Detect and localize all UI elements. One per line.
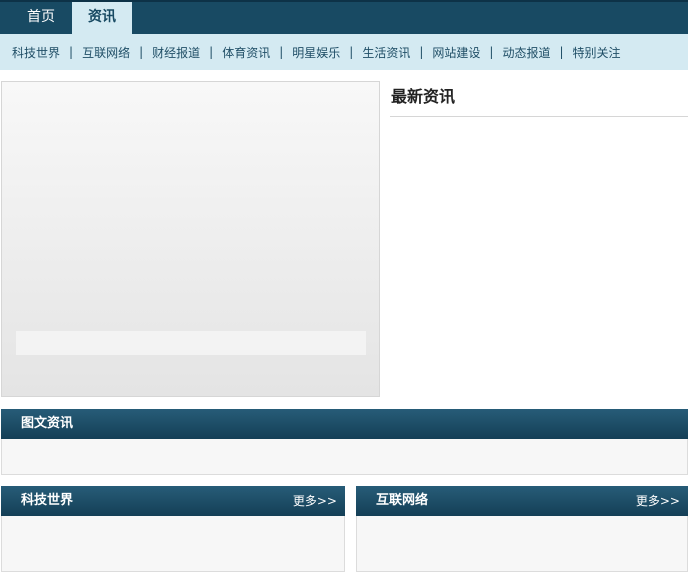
- tech-world-header: 科技世界 更多>>: [1, 486, 345, 516]
- subnav-item-dynamic[interactable]: 动态报道: [502, 44, 550, 61]
- subnav-separator: |: [559, 45, 564, 59]
- subnav-separator: |: [279, 45, 284, 59]
- subnav-link[interactable]: 动态报道: [502, 44, 550, 61]
- page: 首页 资讯 科技世界 | 互联网络 | 财经报道 | 体育资讯 | 明星娱乐 |…: [0, 0, 688, 572]
- subnav-item-webdev[interactable]: 网站建设: [432, 44, 480, 61]
- tab-home[interactable]: 首页: [12, 2, 70, 34]
- subnav-item-special[interactable]: 特别关注: [573, 44, 621, 61]
- subnav-link[interactable]: 体育资讯: [222, 44, 270, 61]
- subnav-link[interactable]: 互联网络: [82, 44, 130, 61]
- tech-world-content: [1, 516, 345, 572]
- subnav-link[interactable]: 特别关注: [573, 44, 621, 61]
- subnav-link[interactable]: 财经报道: [152, 44, 200, 61]
- subnav-separator: |: [69, 45, 74, 59]
- subnav-item-sports[interactable]: 体育资讯: [222, 44, 270, 61]
- subnav-separator: |: [349, 45, 354, 59]
- internet-title: 互联网络: [376, 493, 429, 508]
- picture-news-title: 图文资讯: [21, 416, 74, 431]
- tab-news[interactable]: 资讯: [72, 2, 132, 34]
- subnav-separator: |: [139, 45, 144, 59]
- internet-more-link[interactable]: 更多>>: [636, 486, 680, 516]
- subnav-link[interactable]: 网站建设: [432, 44, 480, 61]
- subnav-separator: |: [489, 45, 494, 59]
- picture-news-header: 图文资讯: [1, 409, 688, 439]
- slider-caption-bar: [16, 331, 366, 355]
- subnav-item-internet[interactable]: 互联网络: [82, 44, 130, 61]
- top-navigation: 首页 资讯: [0, 0, 688, 34]
- subnav-item-finance[interactable]: 财经报道: [152, 44, 200, 61]
- subnav-item-tech[interactable]: 科技世界: [12, 44, 60, 61]
- sub-navigation: 科技世界 | 互联网络 | 财经报道 | 体育资讯 | 明星娱乐 | 生活资讯 …: [0, 34, 688, 70]
- tech-world-more-link[interactable]: 更多>>: [293, 486, 337, 516]
- subnav-item-life[interactable]: 生活资讯: [362, 44, 410, 61]
- picture-news-content: [1, 439, 688, 475]
- subnav-separator: |: [419, 45, 424, 59]
- internet-header: 互联网络 更多>>: [356, 486, 688, 516]
- tech-world-title: 科技世界: [21, 493, 74, 508]
- subnav-link[interactable]: 生活资讯: [362, 44, 410, 61]
- image-slider[interactable]: [1, 81, 380, 397]
- subnav-item-entertainment[interactable]: 明星娱乐: [292, 44, 340, 61]
- latest-news-title: 最新资讯: [391, 87, 456, 106]
- subnav-separator: |: [209, 45, 214, 59]
- latest-news-header: 最新资讯: [390, 82, 688, 117]
- subnav-link[interactable]: 科技世界: [12, 44, 60, 61]
- subnav-link[interactable]: 明星娱乐: [292, 44, 340, 61]
- internet-content: [356, 516, 688, 572]
